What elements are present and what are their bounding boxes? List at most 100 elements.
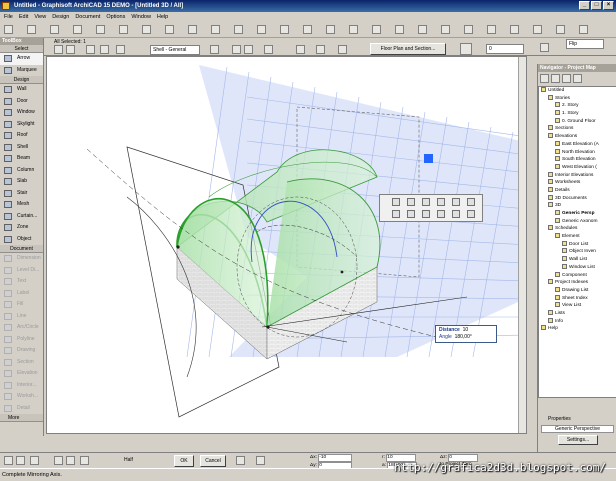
tree-item[interactable]: Info bbox=[539, 317, 616, 326]
undo-icon[interactable] bbox=[165, 25, 174, 34]
shell-tool-icon[interactable] bbox=[116, 45, 125, 54]
tree-item[interactable]: Door List bbox=[539, 240, 616, 249]
tool-beam[interactable]: Beam bbox=[0, 153, 43, 165]
menu-help[interactable]: Help bbox=[157, 12, 168, 22]
menu-window[interactable]: Window bbox=[131, 12, 151, 22]
elevate-icon[interactable] bbox=[392, 210, 400, 218]
stretch-icon[interactable] bbox=[422, 210, 430, 218]
tool-roof[interactable]: Roof bbox=[0, 130, 43, 142]
select-section-header[interactable]: Select bbox=[0, 45, 43, 53]
tool-drawing[interactable]: Drawing bbox=[0, 345, 43, 357]
runner-icon[interactable] bbox=[540, 43, 549, 52]
redo-icon[interactable] bbox=[188, 25, 197, 34]
offset-all-icon[interactable] bbox=[437, 210, 445, 218]
node-handle[interactable] bbox=[424, 154, 433, 163]
tool-mesh[interactable]: Mesh bbox=[0, 199, 43, 211]
layer-icon[interactable] bbox=[86, 45, 95, 54]
orbit-icon[interactable] bbox=[395, 25, 404, 34]
rotate-left-icon[interactable] bbox=[296, 45, 305, 54]
tool-column[interactable]: Column bbox=[0, 165, 43, 177]
tree-item[interactable]: Interior Elevations bbox=[539, 171, 616, 180]
view-name-field[interactable]: Generic Perspective bbox=[541, 425, 614, 433]
tree-item[interactable]: 3D bbox=[539, 202, 616, 210]
tool-worksh[interactable]: Worksh... bbox=[0, 391, 43, 403]
tree-item[interactable]: 0. Ground Floor bbox=[539, 117, 616, 126]
tool-arc-circle[interactable]: Arc/Circle bbox=[0, 322, 43, 334]
tool-text[interactable]: Text bbox=[0, 276, 43, 288]
tool-fill[interactable]: Fill bbox=[0, 299, 43, 311]
tree-item[interactable]: 3D Documents bbox=[539, 194, 616, 203]
tree-item[interactable]: West Elevation ( bbox=[539, 163, 616, 172]
tree-item[interactable]: North Elevation bbox=[539, 148, 616, 157]
layer-icon[interactable] bbox=[303, 25, 312, 34]
tool-section[interactable]: Section bbox=[0, 357, 43, 369]
3d-icon[interactable] bbox=[418, 25, 427, 34]
tree-item[interactable]: East Elevation (A bbox=[539, 140, 616, 149]
snap-icon[interactable] bbox=[510, 25, 519, 34]
zoom-out-icon[interactable] bbox=[66, 456, 75, 465]
cancel-button[interactable]: Cancel bbox=[200, 455, 226, 467]
mirror-icon[interactable] bbox=[467, 198, 475, 206]
flip-field[interactable]: Flip bbox=[566, 39, 604, 49]
tool-arrow[interactable]: Arrow bbox=[0, 53, 43, 65]
coordinate-icon[interactable] bbox=[256, 456, 265, 465]
layout-book-icon[interactable] bbox=[562, 74, 571, 83]
new-icon[interactable] bbox=[4, 25, 13, 34]
tree-item[interactable]: Generic Axonom bbox=[539, 217, 616, 226]
tool-label[interactable]: Label bbox=[0, 288, 43, 300]
tree-item[interactable]: Sections bbox=[539, 125, 616, 133]
tool-slab[interactable]: Slab bbox=[0, 176, 43, 188]
tree-item[interactable]: Object Inven bbox=[539, 248, 616, 256]
add-node-icon[interactable] bbox=[437, 198, 445, 206]
tree-item[interactable]: Schedules bbox=[539, 225, 616, 233]
move-node-icon[interactable] bbox=[392, 198, 400, 206]
help-icon[interactable] bbox=[579, 25, 588, 34]
tree-item[interactable]: Window List bbox=[539, 263, 616, 272]
minimize-button[interactable]: _ bbox=[579, 1, 590, 10]
menu-document[interactable]: Document bbox=[75, 12, 100, 22]
open-icon[interactable] bbox=[27, 25, 36, 34]
maximize-button[interactable]: □ bbox=[591, 1, 602, 10]
half-arc-icon[interactable] bbox=[264, 45, 273, 54]
tree-item[interactable]: Generic Persp bbox=[539, 210, 616, 218]
copy-icon[interactable] bbox=[119, 25, 128, 34]
project-tree[interactable]: Untitled Stories 2. Story 1. Story 0. Ground… bbox=[538, 86, 616, 398]
pen-set-icon[interactable] bbox=[326, 25, 335, 34]
tree-item[interactable]: Worksheets bbox=[539, 179, 616, 187]
tool-object[interactable]: Object bbox=[0, 234, 43, 246]
tree-item[interactable]: Element bbox=[539, 233, 616, 241]
tool-stair[interactable]: Stair bbox=[0, 188, 43, 200]
marquee-icon[interactable] bbox=[66, 45, 75, 54]
tree-item[interactable]: Help bbox=[539, 325, 616, 333]
tool-level-di[interactable]: Level Di... bbox=[0, 265, 43, 277]
tool-window[interactable]: Window bbox=[0, 107, 43, 119]
guide-icon[interactable] bbox=[533, 25, 542, 34]
menu-options[interactable]: Options bbox=[106, 12, 125, 22]
ortho-icon[interactable] bbox=[236, 456, 245, 465]
pan-icon[interactable] bbox=[372, 25, 381, 34]
print-icon[interactable] bbox=[73, 25, 82, 34]
eye-icon[interactable] bbox=[100, 45, 109, 54]
project-map-icon[interactable] bbox=[540, 74, 549, 83]
tool-line[interactable]: Line bbox=[0, 311, 43, 323]
angle-value[interactable]: 180,00° bbox=[455, 334, 472, 340]
shell-profile-icon[interactable] bbox=[460, 43, 472, 55]
snap-icon[interactable] bbox=[4, 456, 13, 465]
settings-button[interactable]: Settings... bbox=[558, 435, 598, 445]
tool-elevation[interactable]: Elevation bbox=[0, 368, 43, 380]
save-icon[interactable] bbox=[50, 25, 59, 34]
ok-button[interactable]: OK bbox=[174, 455, 194, 467]
menu-file[interactable]: File bbox=[4, 12, 13, 22]
tool-zone[interactable]: Zone bbox=[0, 222, 43, 234]
settings-icon[interactable] bbox=[556, 25, 565, 34]
tool-dimension[interactable]: Dimension bbox=[0, 253, 43, 265]
fillet-icon[interactable] bbox=[452, 210, 460, 218]
drag-icon[interactable] bbox=[407, 210, 415, 218]
arrow-icon[interactable] bbox=[234, 25, 243, 34]
tree-item[interactable]: South Elevation bbox=[539, 156, 616, 164]
teamwork-icon[interactable] bbox=[257, 25, 266, 34]
tool-door[interactable]: Door bbox=[0, 96, 43, 108]
tool-interior[interactable]: Interior... bbox=[0, 380, 43, 392]
3d-scene[interactable] bbox=[47, 57, 527, 434]
fit-icon[interactable] bbox=[80, 456, 89, 465]
